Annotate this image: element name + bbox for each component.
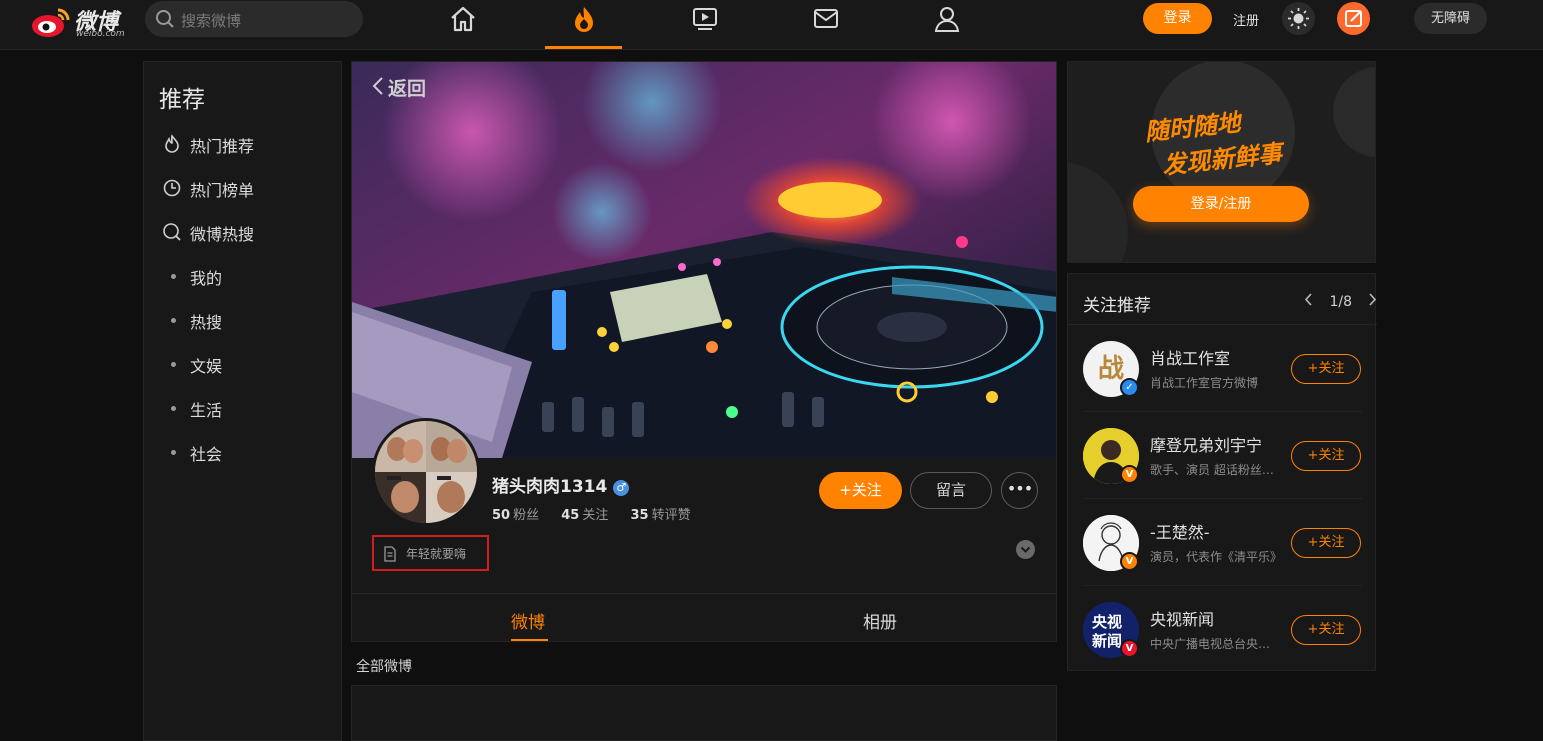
left-sidebar: 推荐 热门推荐 热门榜单 微博热搜 我的 热搜 文娱 生活 社会 <box>143 61 342 741</box>
ranking-icon <box>163 179 181 197</box>
bullet-dot <box>171 274 176 279</box>
bullet-dot <box>171 362 176 367</box>
video-icon[interactable] <box>690 4 720 34</box>
recommend-title: 关注推荐 <box>1083 296 1151 316</box>
login-register-button[interactable]: 登录/注册 <box>1133 186 1309 222</box>
plus-icon: + <box>839 481 852 499</box>
more-icon: ••• <box>1006 479 1033 498</box>
login-promo-card: 随时随地 发现新鲜事 登录/注册 <box>1067 61 1376 263</box>
svg-text:新闻: 新闻 <box>1092 632 1122 650</box>
engagement-stat[interactable]: 35 转评赞 <box>631 508 691 523</box>
profile-icon[interactable] <box>932 4 962 34</box>
search-box[interactable]: 搜索微博 <box>145 1 363 37</box>
section-all-weibo: 全部微博 <box>356 659 412 675</box>
hot-icon[interactable] <box>569 4 599 34</box>
tab-weibo[interactable]: 微博 <box>511 608 545 633</box>
recommend-name[interactable]: 央视新闻 <box>1150 606 1214 630</box>
profile-stats: 50 粉丝 45 关注 35 转评赞 <box>492 504 709 523</box>
sun-icon <box>1288 8 1309 29</box>
hot-search-icon <box>163 223 181 241</box>
profile-username: 猪头肉肉1314 ♂ <box>492 472 630 497</box>
feed-card <box>351 685 1057 741</box>
compose-button[interactable] <box>1337 2 1370 35</box>
home-icon[interactable] <box>448 4 478 34</box>
document-icon <box>384 546 396 562</box>
recommend-desc: 肖战工作室官方微博 <box>1150 376 1259 390</box>
more-options-button[interactable]: ••• <box>1001 472 1038 509</box>
follow-button[interactable]: +关注 <box>819 472 902 509</box>
verified-badge-icon: ✓ <box>1120 378 1139 397</box>
profile-avatar[interactable] <box>372 418 480 526</box>
verified-v-badge-icon: V <box>1120 552 1139 571</box>
login-button[interactable]: 登录 <box>1143 3 1212 34</box>
plus-icon: + <box>1307 448 1319 463</box>
recommend-item[interactable]: 央视 新闻 V 央视新闻 中央广播电视总台央视新闻 +关注 <box>1068 586 1377 673</box>
username-text: 猪头肉肉1314 <box>492 477 608 497</box>
bullet-dot <box>171 318 176 323</box>
recommend-name[interactable]: 摩登兄弟刘宇宁 <box>1150 432 1262 456</box>
compose-icon <box>1345 10 1362 27</box>
active-tab-underline <box>511 639 548 641</box>
weibo-eye-icon <box>32 8 70 37</box>
profile-cover-image: 返回 <box>352 62 1056 458</box>
follow-button[interactable]: +关注 <box>1291 441 1361 471</box>
svg-text:战: 战 <box>1098 354 1124 384</box>
recommend-name[interactable]: 肖战工作室 <box>1150 345 1230 369</box>
logo-subtext: weibo.com <box>76 29 125 39</box>
plus-icon: + <box>1307 535 1319 550</box>
recommend-pager: 1/8 <box>1298 293 1383 310</box>
following-stat[interactable]: 45 关注 <box>561 508 608 523</box>
profile-bio: 年轻就要嗨 <box>372 535 489 571</box>
chevron-right-icon[interactable] <box>1364 293 1377 310</box>
message-button[interactable]: 留言 <box>910 472 992 509</box>
plus-icon: + <box>1307 361 1319 376</box>
recommend-desc: 演员，代表作《清平乐》 <box>1150 550 1282 564</box>
follow-button[interactable]: +关注 <box>1291 354 1361 384</box>
pager-text: 1/8 <box>1329 294 1352 310</box>
back-button[interactable]: 返回 <box>372 74 426 101</box>
accessibility-button[interactable]: 无障碍 <box>1414 3 1487 34</box>
follow-recommendations: 关注推荐 1/8 战 ✓ 肖战工作室 肖战工作室官方微博 +关注 V 摩登兄弟刘… <box>1067 273 1377 673</box>
search-icon <box>156 10 174 28</box>
fire-icon <box>165 134 179 153</box>
theme-toggle-button[interactable] <box>1282 2 1315 35</box>
follow-button[interactable]: +关注 <box>1291 528 1361 558</box>
recommend-desc: 歌手、演员 超话粉丝大咖 <box>1150 463 1282 477</box>
sidebar-title: 推荐 <box>159 87 205 113</box>
followers-stat[interactable]: 50 粉丝 <box>492 508 539 523</box>
recommend-name[interactable]: -王楚然- <box>1150 519 1210 543</box>
recommend-item[interactable]: 战 ✓ 肖战工作室 肖战工作室官方微博 +关注 <box>1068 325 1377 412</box>
male-gender-icon: ♂ <box>613 480 630 496</box>
bullet-dot <box>171 406 176 411</box>
register-link[interactable]: 注册 <box>1233 10 1259 29</box>
top-bar: 微博 weibo.com 搜索微博 登录 注册 无障碍 <box>0 0 1543 50</box>
recommend-desc: 中央广播电视总台央视新闻 <box>1150 637 1282 651</box>
avatar-photo <box>375 421 477 523</box>
active-nav-indicator <box>545 46 622 49</box>
chevron-left-icon <box>372 77 384 100</box>
tabs-divider <box>352 593 1056 594</box>
svg-text:央视: 央视 <box>1092 613 1122 631</box>
tab-album[interactable]: 相册 <box>863 608 897 633</box>
recommend-item[interactable]: V 摩登兄弟刘宇宁 歌手、演员 超话粉丝大咖 +关注 <box>1068 412 1377 499</box>
profile-card: 返回 猪头肉肉1314 ♂ 50粉丝 45关注 35转评赞 +关注 留言 <box>351 61 1057 642</box>
bio-text: 年轻就要嗨 <box>406 547 467 561</box>
recommend-item[interactable]: V -王楚然- 演员，代表作《清平乐》 +关注 <box>1068 499 1377 586</box>
chevron-down-icon <box>1020 546 1031 553</box>
follow-button[interactable]: +关注 <box>1291 615 1361 645</box>
verified-v-badge-icon: V <box>1120 465 1139 484</box>
verified-v-badge-icon: V <box>1120 639 1139 658</box>
back-label: 返回 <box>388 78 427 100</box>
weibo-logo[interactable]: 微博 weibo.com <box>30 4 130 44</box>
chevron-left-icon[interactable] <box>1304 293 1317 310</box>
dj-mixer-photo <box>352 62 1056 458</box>
plus-icon: + <box>1307 622 1319 637</box>
bullet-dot <box>171 450 176 455</box>
expand-info-button[interactable] <box>1016 540 1035 559</box>
message-icon[interactable] <box>811 4 841 34</box>
search-placeholder: 搜索微博 <box>181 12 242 30</box>
